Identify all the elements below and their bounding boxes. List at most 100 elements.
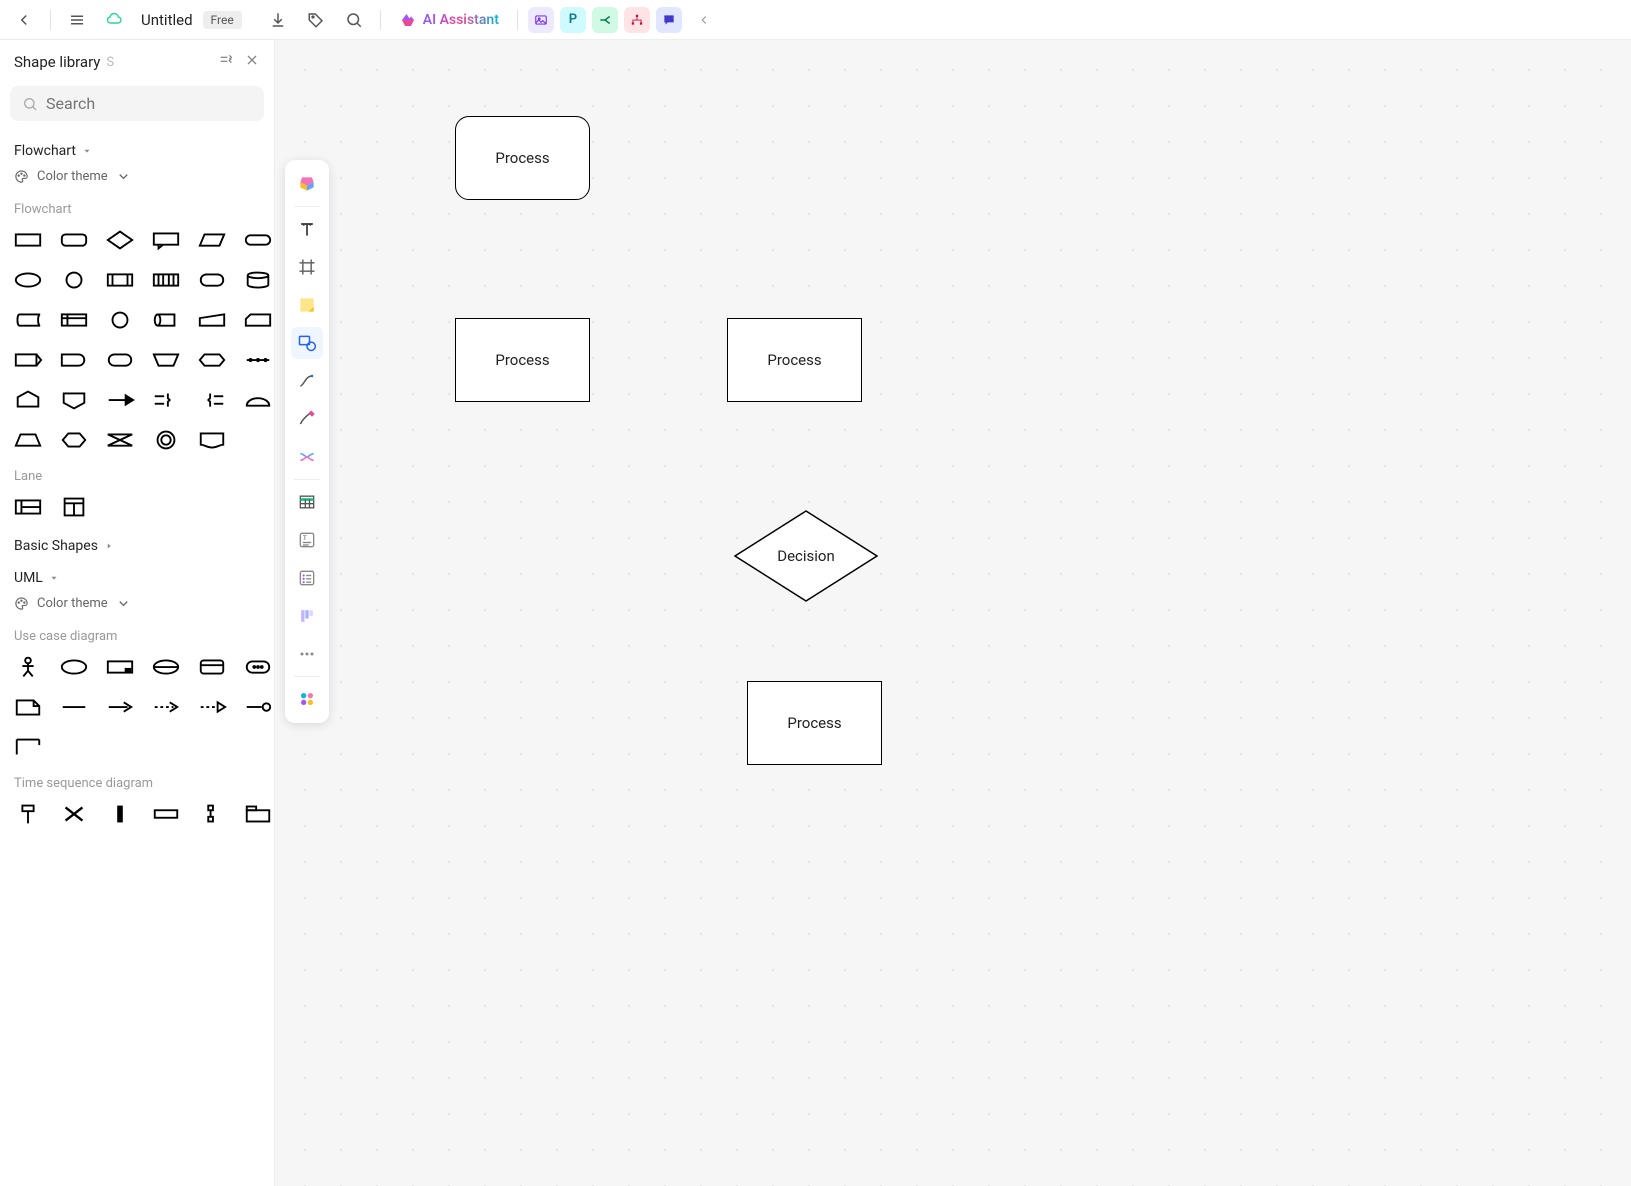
vtool-sticky-note[interactable] (291, 289, 323, 321)
shape-usecase[interactable] (56, 652, 92, 682)
tool-chip-connector[interactable] (592, 7, 618, 33)
panel-close-icon[interactable] (244, 52, 260, 72)
search-box[interactable] (10, 86, 264, 121)
shape-destroy[interactable] (56, 799, 92, 829)
shape-ellipse[interactable] (10, 265, 46, 295)
tool-chip-p[interactable]: P (560, 7, 586, 33)
shape-brace-left[interactable] (194, 385, 230, 415)
shape-note[interactable] (10, 692, 46, 722)
shape-decision[interactable] (102, 225, 138, 255)
shape-semicircle[interactable] (240, 385, 274, 415)
shape-internal-storage[interactable] (148, 265, 184, 295)
shape-data[interactable] (194, 225, 230, 255)
canvas-node-process-3[interactable]: Process (747, 681, 882, 765)
tag-button[interactable] (300, 4, 332, 36)
document-title[interactable]: Untitled (137, 11, 197, 29)
vtool-mindmap[interactable] (291, 441, 323, 473)
tool-chip-chat[interactable] (656, 7, 682, 33)
vtool-connector[interactable] (291, 365, 323, 397)
shape-lifeline[interactable] (10, 799, 46, 829)
canvas-node-process-rounded[interactable]: Process (455, 116, 590, 200)
shape-document[interactable] (194, 425, 230, 455)
shape-offpage[interactable] (10, 385, 46, 415)
shape-frame[interactable] (10, 732, 46, 762)
shape-lane-horizontal[interactable] (10, 492, 46, 522)
shape-shield[interactable] (56, 385, 92, 415)
shape-alt-process[interactable] (102, 345, 138, 375)
section-flowchart[interactable]: Flowchart (10, 133, 264, 165)
section-uml[interactable]: UML (10, 560, 264, 592)
shape-preparation[interactable] (194, 345, 230, 375)
vtool-kanban[interactable] (291, 600, 323, 632)
canvas-node-process-1[interactable]: Process (455, 318, 590, 402)
menu-button[interactable] (61, 4, 93, 36)
collapse-toolbar-button[interactable] (688, 4, 720, 36)
shape-component[interactable] (102, 652, 138, 682)
shape-realization[interactable] (194, 692, 230, 722)
shape-class[interactable] (194, 652, 230, 682)
color-theme-row[interactable]: Color theme (10, 165, 264, 194)
vtool-shapes[interactable] (291, 327, 323, 359)
shape-arrow-right[interactable] (102, 385, 138, 415)
shape-collate[interactable] (102, 425, 138, 455)
shape-terminator[interactable] (240, 225, 274, 255)
shape-process[interactable] (10, 225, 46, 255)
shape-interface[interactable] (148, 652, 184, 682)
shape-package[interactable] (240, 799, 274, 829)
shape-manual-input[interactable] (194, 305, 230, 335)
vtool-list[interactable] (291, 562, 323, 594)
shape-direct-assoc[interactable] (102, 692, 138, 722)
shape-actor[interactable] (10, 652, 46, 682)
shape-summing[interactable] (102, 305, 138, 335)
vtool-table[interactable] (291, 486, 323, 518)
topbar-search-button[interactable] (338, 4, 370, 36)
ai-assistant-button[interactable]: AI Assistant (391, 11, 507, 29)
shape-table[interactable] (56, 305, 92, 335)
shape-activation[interactable] (102, 799, 138, 829)
shape-dependency[interactable] (148, 692, 184, 722)
shape-required-interface[interactable] (240, 692, 274, 722)
tool-chip-image[interactable] (528, 7, 554, 33)
separator (380, 10, 381, 30)
shape-trapezoid[interactable] (10, 425, 46, 455)
shape-connector[interactable] (56, 265, 92, 295)
shape-database[interactable] (240, 265, 274, 295)
tool-chip-hierarchy[interactable] (624, 7, 650, 33)
shape-more[interactable] (240, 652, 274, 682)
shape-manual-op[interactable] (148, 345, 184, 375)
shape-display[interactable] (194, 265, 230, 295)
shape-delay[interactable] (56, 345, 92, 375)
shape-rounded-process[interactable] (56, 225, 92, 255)
vtool-textblock[interactable]: T (291, 524, 323, 556)
shape-card[interactable] (240, 305, 274, 335)
sync-status-icon[interactable] (99, 4, 131, 36)
shape-lane-vertical[interactable] (56, 492, 92, 522)
vtool-apps[interactable] (291, 683, 323, 715)
shape-association[interactable] (56, 692, 92, 722)
panel-sort-icon[interactable] (218, 52, 234, 72)
shape-predefined-process[interactable] (102, 265, 138, 295)
vtool-more[interactable] (291, 638, 323, 670)
search-input[interactable] (46, 94, 252, 113)
shape-hexagon[interactable] (56, 425, 92, 455)
shape-double-circle[interactable] (148, 425, 184, 455)
vtool-text[interactable] (291, 213, 323, 245)
canvas-node-decision[interactable]: Decision (734, 510, 878, 602)
shape-direct-data[interactable] (148, 305, 184, 335)
shape-looplimit-out[interactable] (10, 345, 46, 375)
color-theme-row-uml[interactable]: Color theme (10, 592, 264, 621)
vtool-pen[interactable] (291, 403, 323, 435)
shape-brace-right[interactable] (148, 385, 184, 415)
vtool-frame[interactable] (291, 251, 323, 283)
download-button[interactable] (262, 4, 294, 36)
canvas-node-process-2[interactable]: Process (727, 318, 862, 402)
back-button[interactable] (8, 4, 40, 36)
shape-callout[interactable] (148, 225, 184, 255)
shape-stored-data[interactable] (10, 305, 46, 335)
section-basic-shapes[interactable]: Basic Shapes (10, 528, 264, 560)
canvas[interactable]: Process Process Process Decision Process (275, 40, 1631, 1186)
vtool-templates[interactable] (291, 168, 323, 200)
shape-annotation[interactable] (240, 345, 274, 375)
shape-frame-seq[interactable] (148, 799, 184, 829)
shape-combined-fragment[interactable] (194, 799, 230, 829)
